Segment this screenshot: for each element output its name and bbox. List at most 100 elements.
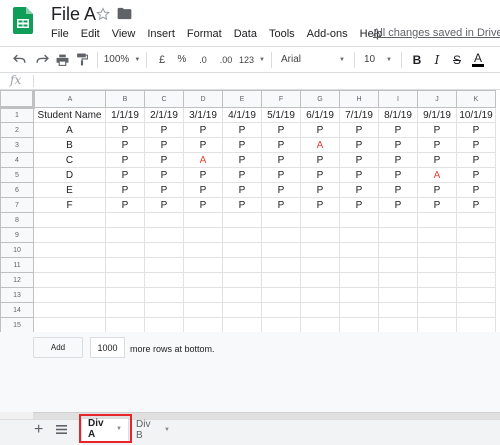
grid-cell[interactable] — [183, 302, 223, 318]
add-sheet-icon[interactable]: + — [34, 421, 43, 439]
grid-cell[interactable] — [456, 302, 496, 318]
grid-cell[interactable]: P — [456, 182, 496, 198]
grid-cell[interactable]: P — [222, 182, 262, 198]
grid-cell[interactable] — [261, 272, 301, 288]
menu-file[interactable]: File — [45, 27, 75, 41]
grid-cell[interactable] — [456, 212, 496, 228]
chevron-down-icon[interactable]: ▼ — [116, 426, 122, 432]
grid-cell[interactable] — [339, 242, 379, 258]
grid-cell[interactable] — [378, 302, 418, 318]
star-icon[interactable] — [96, 7, 110, 21]
grid-cell[interactable]: P — [261, 137, 301, 153]
grid-cell[interactable] — [378, 317, 418, 333]
grid-cell[interactable] — [417, 242, 457, 258]
grid-cell[interactable]: P — [222, 197, 262, 213]
paint-format-button[interactable] — [72, 49, 92, 71]
menu-data[interactable]: Data — [228, 27, 263, 41]
column-header[interactable]: I — [378, 90, 418, 108]
grid-cell[interactable] — [339, 212, 379, 228]
grid-cell[interactable] — [33, 242, 106, 258]
menu-format[interactable]: Format — [181, 27, 228, 41]
grid-cell[interactable]: 6/1/19 — [300, 107, 340, 123]
column-header[interactable]: D — [183, 90, 223, 108]
grid-cell[interactable]: 7/1/19 — [339, 107, 379, 123]
grid-cell[interactable] — [33, 317, 106, 333]
grid-cell[interactable] — [222, 227, 262, 243]
grid-cell[interactable] — [222, 317, 262, 333]
grid-cell[interactable]: P — [300, 122, 340, 138]
grid-cell[interactable]: E — [33, 182, 106, 198]
grid-cell[interactable] — [378, 227, 418, 243]
grid-cell[interactable]: P — [300, 152, 340, 168]
grid-cell[interactable]: P — [417, 137, 457, 153]
grid-cell[interactable] — [144, 242, 184, 258]
column-header[interactable]: E — [222, 90, 262, 108]
grid-cell[interactable] — [417, 287, 457, 303]
grid-cell[interactable]: P — [456, 137, 496, 153]
row-header[interactable]: 6 — [0, 182, 34, 198]
grid-cell[interactable] — [417, 272, 457, 288]
grid-cell[interactable] — [183, 272, 223, 288]
column-header[interactable]: F — [261, 90, 301, 108]
grid-cell[interactable] — [144, 212, 184, 228]
row-header[interactable]: 5 — [0, 167, 34, 183]
column-header[interactable]: G — [300, 90, 340, 108]
grid-cell[interactable]: 2/1/19 — [144, 107, 184, 123]
grid-cell[interactable] — [33, 257, 106, 273]
menu-insert[interactable]: Insert — [141, 27, 181, 41]
grid-cell[interactable] — [144, 257, 184, 273]
grid-cell[interactable]: 3/1/19 — [183, 107, 223, 123]
grid-cell[interactable] — [456, 257, 496, 273]
row-header[interactable]: 3 — [0, 137, 34, 153]
grid-cell[interactable]: D — [33, 167, 106, 183]
grid-cell[interactable] — [456, 227, 496, 243]
grid-cell[interactable]: P — [456, 152, 496, 168]
grid-cell[interactable] — [456, 272, 496, 288]
grid-cell[interactable]: P — [222, 122, 262, 138]
sheet-tab-div-b[interactable]: Div B ▼ — [130, 419, 176, 441]
grid-cell[interactable]: P — [339, 122, 379, 138]
grid-cell[interactable] — [300, 272, 340, 288]
grid-cell[interactable] — [222, 272, 262, 288]
grid-cell[interactable]: P — [261, 152, 301, 168]
grid-cell[interactable]: P — [183, 182, 223, 198]
grid-cell[interactable] — [222, 257, 262, 273]
grid-cell[interactable]: P — [300, 197, 340, 213]
grid-cell[interactable]: B — [33, 137, 106, 153]
grid-cell[interactable]: A — [33, 122, 106, 138]
column-header[interactable]: H — [339, 90, 379, 108]
grid-cell[interactable] — [261, 212, 301, 228]
grid-cell[interactable]: A — [417, 167, 457, 183]
row-header[interactable]: 7 — [0, 197, 34, 213]
grid-cell[interactable] — [417, 302, 457, 318]
grid-cell[interactable]: P — [456, 197, 496, 213]
chevron-down-icon[interactable]: ▼ — [164, 427, 170, 433]
grid-cell[interactable]: P — [417, 122, 457, 138]
column-header[interactable]: J — [417, 90, 457, 108]
grid-cell[interactable] — [300, 317, 340, 333]
column-header[interactable]: K — [456, 90, 496, 108]
grid-cell[interactable] — [378, 272, 418, 288]
row-header[interactable]: 11 — [0, 257, 34, 273]
grid-cell[interactable] — [33, 287, 106, 303]
grid-cell[interactable] — [105, 317, 145, 333]
grid-cell[interactable] — [300, 227, 340, 243]
menu-addons[interactable]: Add-ons — [301, 27, 354, 41]
grid-cell[interactable] — [144, 317, 184, 333]
grid-cell[interactable] — [183, 227, 223, 243]
row-header[interactable]: 12 — [0, 272, 34, 288]
strikethrough-button[interactable]: S — [447, 49, 467, 71]
grid-cell[interactable]: P — [222, 167, 262, 183]
grid-cell[interactable] — [456, 287, 496, 303]
grid-cell[interactable] — [33, 272, 106, 288]
save-status-link[interactable]: All changes saved in Drive — [373, 27, 500, 39]
grid-cell[interactable]: P — [417, 182, 457, 198]
row-header[interactable]: 2 — [0, 122, 34, 138]
grid-cell[interactable]: P — [339, 152, 379, 168]
grid-cell[interactable] — [105, 272, 145, 288]
grid-cell[interactable] — [417, 317, 457, 333]
grid-cell[interactable] — [105, 302, 145, 318]
menu-tools[interactable]: Tools — [263, 27, 301, 41]
folder-icon[interactable] — [117, 7, 132, 20]
grid-cell[interactable]: P — [261, 197, 301, 213]
